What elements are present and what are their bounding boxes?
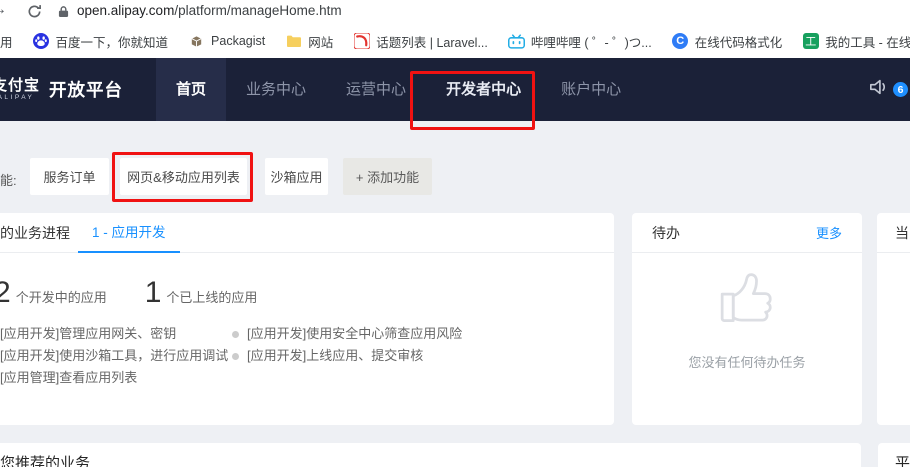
nav-item-operation-center[interactable]: 运营中心 <box>326 58 426 121</box>
url-path: /platform/manageHome.htm <box>174 3 341 18</box>
todo-empty-text: 您没有任何待办任务 <box>688 352 805 371</box>
bookmark-item-my-tools[interactable]: 工 我的工具 - 在线工具 <box>802 32 910 51</box>
business-progress-body: 2 个开发中的应用 1 个已上线的应用 [应用开发]管理应用网关、密钥 [应用开… <box>0 253 614 384</box>
bookmark-item-bilibili[interactable]: 哔哩哔哩 ( ゜- ゜)つ... <box>508 32 652 51</box>
folder-icon <box>285 33 302 50</box>
app-stats: 2 个开发中的应用 1 个已上线的应用 <box>0 276 614 310</box>
bookmarks-bar: 用 百度一下，你就知道 Packagist 网站 <box>0 27 910 55</box>
bookmark-item-website-folder[interactable]: 网站 <box>285 32 333 51</box>
clipped-bottom-side-panel: 平 <box>878 443 910 467</box>
bookmark-item-laravel-topics[interactable]: 话题列表 | Laravel... <box>353 32 488 51</box>
bilibili-icon <box>508 33 525 50</box>
thumbs-up-icon <box>710 262 784 343</box>
packagist-icon <box>188 33 205 50</box>
nav-item-home[interactable]: 首页 <box>156 58 226 121</box>
checklist-item[interactable]: [应用开发]上线应用、提交审核 <box>232 349 462 362</box>
address-bar[interactable]: open.alipay.com/platform/manageHome.htm <box>77 3 342 18</box>
checklist-item[interactable]: [应用管理]查看应用列表 <box>0 371 232 384</box>
alipay-logo[interactable]: 支付宝 ALIPAY <box>0 78 40 102</box>
todo-header: 待办 更多 <box>632 213 862 253</box>
bookmark-label: 哔哩哔哩 ( ゜- ゜)つ... <box>531 32 652 51</box>
tab-app-development[interactable]: 1 - 应用开发 <box>78 213 180 253</box>
checklist-item[interactable]: [应用开发]使用安全中心筛查应用风险 <box>232 327 462 340</box>
lock-icon[interactable] <box>58 5 69 23</box>
code-format-icon: C <box>672 33 689 50</box>
business-progress-header: 的业务进程 1 - 应用开发 <box>0 213 614 253</box>
bookmark-label: 用 <box>0 32 13 51</box>
panel-title: 的业务进程 <box>0 223 70 243</box>
alipay-logo-en: ALIPAY <box>0 95 40 102</box>
baidu-paw-icon <box>33 33 50 50</box>
bookmark-label: Packagist <box>211 34 265 48</box>
bookmark-item-code-format[interactable]: C 在线代码格式化 <box>672 32 783 51</box>
online-apps-count: 1 <box>145 276 162 310</box>
alipay-logo-cn: 支付宝 <box>0 78 40 93</box>
tools-glyph: 工 <box>803 33 819 49</box>
recommended-business-panel: 您推荐的业务 <box>0 443 861 467</box>
checklist-left-column: [应用开发]管理应用网关、密钥 [应用开发]使用沙箱工具，进行应用调试 [应用管… <box>0 327 232 384</box>
nav-item-developer-center[interactable]: 开发者中心 <box>426 58 541 121</box>
add-feature-button[interactable]: + 添加功能 <box>343 158 432 195</box>
notification-badge[interactable]: 6 <box>893 82 908 97</box>
recommended-business-title: 您推荐的业务 <box>0 455 90 467</box>
side-panel-title: 当 <box>895 223 909 243</box>
tools-icon: 工 <box>802 33 819 50</box>
sandbox-app-button[interactable]: 沙箱应用 <box>265 158 328 195</box>
bookmark-label: 百度一下，你就知道 <box>56 32 169 51</box>
learnku-icon <box>353 33 370 50</box>
todo-more-link[interactable]: 更多 <box>816 223 842 242</box>
quickbar-prefix-label: 能: <box>0 170 17 189</box>
nav-item-business-center[interactable]: 业务中心 <box>226 58 326 121</box>
bottom-side-panel-title: 平 <box>895 455 910 467</box>
side-panel-header: 当 <box>877 213 910 253</box>
service-orders-button[interactable]: 服务订单 <box>30 158 109 195</box>
todo-panel: 待办 更多 您没有任何待办任务 <box>632 213 862 425</box>
bookmark-label: 话题列表 | Laravel... <box>376 32 488 51</box>
browser-chrome: → open.alipay.com/platform/manageHome.ht… <box>0 0 910 58</box>
bookmark-label: 在线代码格式化 <box>695 32 783 51</box>
checklist-right-column: [应用开发]使用安全中心筛查应用风险 [应用开发]上线应用、提交审核 <box>232 327 462 384</box>
bookmark-item-partial[interactable]: 用 <box>0 32 13 51</box>
task-checklist: [应用开发]管理应用网关、密钥 [应用开发]使用沙箱工具，进行应用调试 [应用管… <box>0 327 614 384</box>
screenshot-root: → open.alipay.com/platform/manageHome.ht… <box>0 0 910 467</box>
navbar-menu: 首页 业务中心 运营中心 开发者中心 账户中心 <box>156 58 641 121</box>
navbar-right: 6 <box>868 77 908 102</box>
announcement-speaker-icon[interactable] <box>868 77 890 102</box>
checklist-item[interactable]: [应用开发]管理应用网关、密钥 <box>0 327 232 340</box>
developing-apps-label: 个开发中的应用 <box>16 287 107 306</box>
forward-arrow-icon[interactable]: → <box>0 1 7 19</box>
web-mobile-app-list-button[interactable]: 网页&移动应用列表 <box>120 158 247 195</box>
business-progress-panel: 的业务进程 1 - 应用开发 2 个开发中的应用 1 个已上线的应用 [应用开发… <box>0 213 614 425</box>
nav-item-account-center[interactable]: 账户中心 <box>541 58 641 121</box>
reload-icon[interactable] <box>27 4 42 24</box>
bookmark-label: 网站 <box>308 32 333 51</box>
bookmark-label: 我的工具 - 在线工具 <box>825 32 910 51</box>
checklist-item[interactable]: [应用开发]使用沙箱工具，进行应用调试 <box>0 349 232 362</box>
bookmark-item-baidu[interactable]: 百度一下，你就知道 <box>33 32 169 51</box>
developing-apps-count: 2 <box>0 276 11 310</box>
online-apps-label: 个已上线的应用 <box>166 287 257 306</box>
bookmark-item-packagist[interactable]: Packagist <box>188 33 265 50</box>
todo-title: 待办 <box>652 223 680 243</box>
site-navbar: 支付宝 ALIPAY 开放平台 首页 业务中心 运营中心 开发者中心 账户中心 … <box>0 58 910 121</box>
code-format-glyph: C <box>672 33 688 49</box>
site-brand[interactable]: 开放平台 <box>49 77 123 102</box>
todo-body: 您没有任何待办任务 <box>632 253 862 371</box>
clipped-side-panel: 当 <box>877 213 910 425</box>
url-host: open.alipay.com <box>77 3 174 18</box>
